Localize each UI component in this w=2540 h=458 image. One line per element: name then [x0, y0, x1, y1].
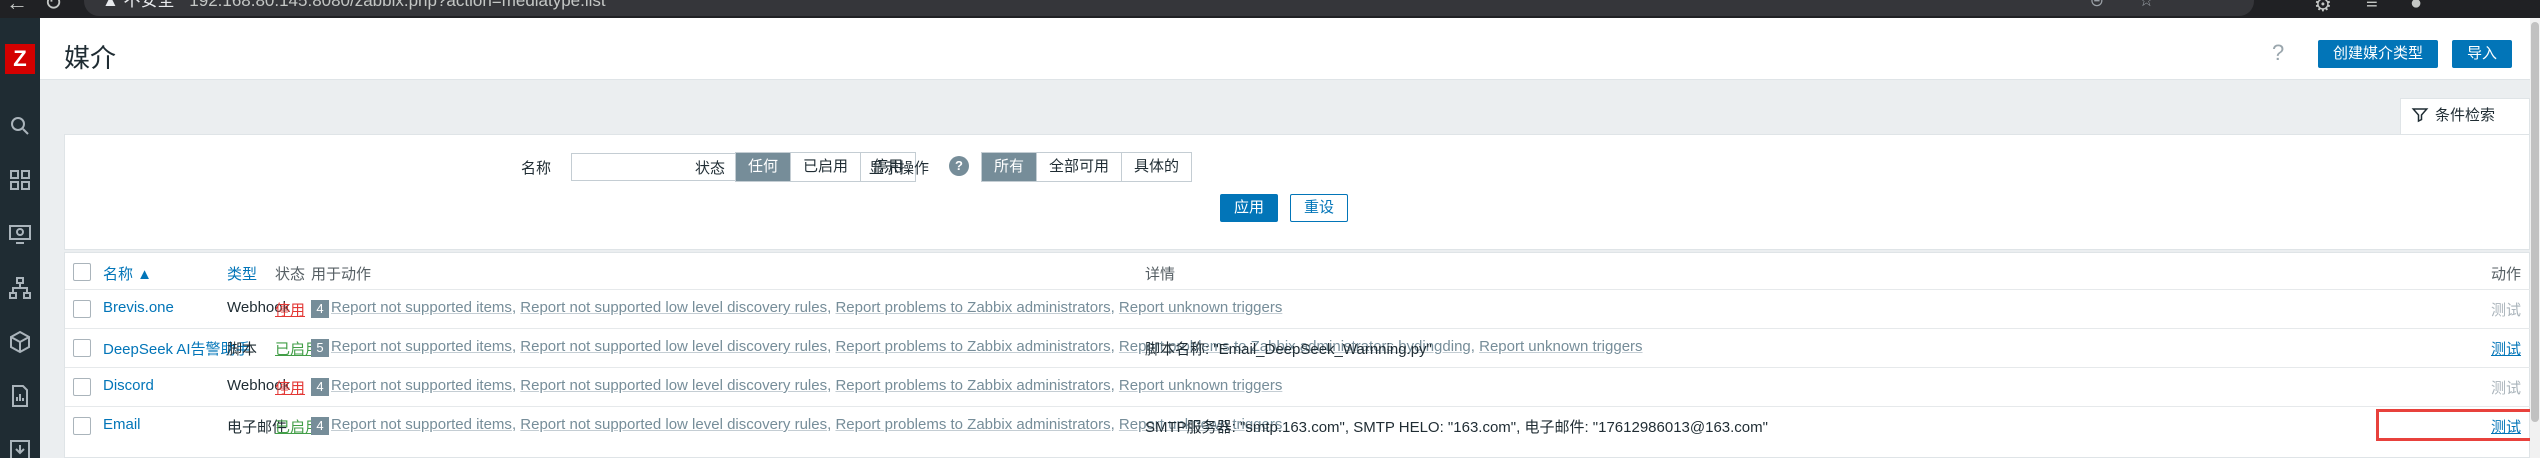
actions-option-specific[interactable]: 具体的 — [1122, 153, 1192, 181]
browser-toolbar: ← ↻ ▲ 不安全 192.168.80.145:8080/zabbix.php… — [0, 0, 2540, 18]
used-in-actions-list: Report not supported items, Report not s… — [331, 416, 1283, 433]
help-icon[interactable]: ? — [2272, 40, 2284, 66]
scrollbar-thumb[interactable] — [2531, 22, 2539, 422]
apply-button[interactable]: 应用 — [1220, 194, 1279, 222]
zabbix-logo[interactable]: Z — [5, 44, 35, 74]
page-scrollbar[interactable] — [2530, 18, 2540, 458]
reset-button[interactable]: 重设 — [1290, 194, 1349, 222]
media-types-table: 名称 ▲ 类型 状态 用于动作 详情 动作 Brevis.one Webhook… — [64, 252, 2531, 458]
reload-icon[interactable]: ↻ — [44, 0, 62, 16]
row-checkbox[interactable] — [73, 378, 91, 396]
address-bar[interactable]: ▲ 不安全 192.168.80.145:8080/zabbix.php?act… — [84, 0, 2254, 16]
action-link[interactable]: Report not supported low level discovery… — [520, 377, 827, 394]
table-row: Discord Webhook 停用 4 Report not supporte… — [65, 367, 2531, 406]
media-type-name-link[interactable]: Email — [103, 416, 141, 433]
media-type-name-link[interactable]: Brevis.one — [103, 299, 174, 316]
table-row: Email 电子邮件 已启用 4 Report not supported it… — [65, 406, 2531, 445]
filter-tab[interactable]: 条件检索 — [2400, 98, 2530, 134]
network-map-icon[interactable] — [8, 276, 32, 300]
back-icon[interactable]: ← — [6, 0, 28, 16]
main-sidebar: Z — [0, 18, 40, 458]
action-link[interactable]: Report not supported low level discovery… — [520, 338, 827, 355]
action-link[interactable]: Report unknown triggers — [1119, 377, 1282, 394]
actions-option-all[interactable]: 所有 — [982, 153, 1038, 181]
column-header-action: 动作 — [2491, 266, 2522, 283]
url-text[interactable]: 192.168.80.145:8080/zabbix.php?action=me… — [189, 0, 605, 10]
row-checkbox[interactable] — [73, 417, 91, 435]
status-toggle[interactable]: 停用 — [275, 299, 305, 320]
search-icon[interactable] — [8, 114, 32, 138]
action-link[interactable]: Report unknown triggers — [1119, 299, 1282, 316]
column-header-type[interactable]: 类型 — [227, 263, 257, 284]
filter-actions-label: 显示操作 — [869, 160, 930, 177]
action-link[interactable]: Report not supported items — [331, 299, 512, 316]
status-toggle[interactable]: 停用 — [275, 377, 305, 398]
media-type-type: 脚本 — [227, 341, 258, 358]
status-option-enabled[interactable]: 已启用 — [791, 153, 862, 181]
select-all-checkbox[interactable] — [73, 263, 91, 281]
filter-icon — [2411, 108, 2429, 123]
reading-list-icon[interactable]: ≡ — [2366, 0, 2378, 15]
action-count-badge: 4 — [311, 417, 329, 435]
action-link[interactable]: Report problems to Zabbix administrators — [835, 416, 1110, 433]
filter-tab-label: 条件检索 — [2435, 107, 2496, 124]
test-button[interactable]: 测试 — [2491, 299, 2521, 320]
action-count-badge: 4 — [311, 300, 329, 318]
used-in-actions-list: Report not supported items, Report not s… — [331, 299, 1283, 316]
import-button[interactable]: 导入 — [2452, 40, 2513, 68]
action-link[interactable]: Report problems to Zabbix administrators — [835, 299, 1110, 316]
media-type-details: 脚本名称: "Email_DeepSeek_Warnning.py" — [1145, 341, 1432, 358]
page-header: 媒介 ? 创建媒介类型 导入 — [40, 18, 2530, 80]
table-row: DeepSeek AI告警助手 脚本 已启用 5 Report not supp… — [65, 328, 2531, 367]
extension-icon[interactable]: ⚙ — [2314, 0, 2332, 17]
action-link[interactable]: Report problems to Zabbix administrators — [835, 377, 1110, 394]
filter-status-label: 状态 — [695, 160, 726, 177]
action-link[interactable]: Report not supported items — [331, 416, 512, 433]
bookmark-star-icon[interactable]: ☆ — [2139, 0, 2154, 16]
column-header-used-in-actions: 用于动作 — [311, 266, 372, 283]
column-header-name[interactable]: 名称 ▲ — [103, 263, 152, 284]
main-content: 条件检索 名称 状态 任何 已启用 停用 显示操作 ? 所有 全部可用 具体的 … — [40, 80, 2531, 458]
used-in-actions-list: Report not supported items, Report not s… — [331, 377, 1283, 394]
test-button[interactable]: 测试 — [2491, 377, 2521, 398]
annotation-highlight-box — [2376, 409, 2540, 441]
column-header-details: 详情 — [1145, 266, 1176, 283]
page-title: 媒介 — [64, 43, 117, 73]
column-header-status: 状态 — [275, 266, 306, 283]
help-question-icon[interactable]: ? — [949, 156, 969, 176]
filter-name-input[interactable] — [571, 153, 761, 181]
status-option-any[interactable]: 任何 — [736, 153, 792, 181]
action-count-badge: 4 — [311, 378, 329, 396]
dashboard-icon[interactable] — [8, 168, 32, 192]
data-collection-icon[interactable] — [8, 438, 32, 458]
filter-name-label: 名称 — [521, 160, 552, 177]
profile-icon[interactable]: ● — [2410, 0, 2422, 15]
create-media-type-button[interactable]: 创建媒介类型 — [2318, 40, 2439, 68]
action-count-badge: 5 — [311, 339, 329, 357]
cube-icon[interactable] — [8, 330, 32, 354]
test-button[interactable]: 测试 — [2491, 338, 2521, 359]
action-link[interactable]: Report unknown triggers — [1479, 338, 1642, 355]
actions-option-all-available[interactable]: 全部可用 — [1037, 153, 1123, 181]
action-link[interactable]: Report not supported items — [331, 377, 512, 394]
action-link[interactable]: Report not supported items — [331, 338, 512, 355]
install-icon[interactable]: ⊝ — [2090, 0, 2104, 16]
reports-icon[interactable] — [8, 384, 32, 408]
media-type-details: SMTP服务器: "smtp.163.com", SMTP HELO: "163… — [1145, 419, 1768, 436]
monitoring-icon[interactable] — [8, 222, 32, 246]
used-in-actions-list: Report not supported items, Report not s… — [331, 338, 1643, 355]
row-checkbox[interactable] — [73, 300, 91, 318]
action-link[interactable]: Report not supported low level discovery… — [520, 416, 827, 433]
action-link[interactable]: Report not supported low level discovery… — [520, 299, 827, 316]
filter-panel: 名称 状态 任何 已启用 停用 显示操作 ? 所有 全部可用 具体的 — [64, 134, 2530, 250]
security-warning[interactable]: ▲ 不安全 — [102, 0, 175, 10]
action-link[interactable]: Report problems to Zabbix administrators — [835, 338, 1110, 355]
actions-segmented-control: 所有 全部可用 具体的 — [981, 152, 1193, 182]
row-checkbox[interactable] — [73, 339, 91, 357]
table-row: Brevis.one Webhook 停用 4 Report not suppo… — [65, 289, 2531, 328]
media-type-name-link[interactable]: Discord — [103, 377, 154, 394]
